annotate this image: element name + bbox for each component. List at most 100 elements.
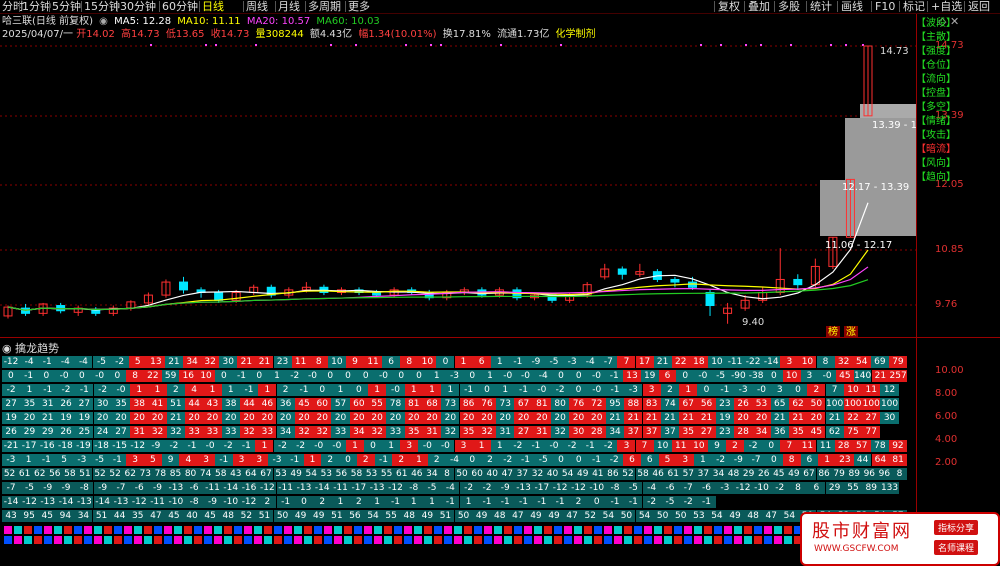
indicator-cell: 83 — [642, 398, 661, 410]
indicator-cell: 2 — [258, 496, 277, 508]
indicator-cell: 100 — [862, 398, 881, 410]
period-tab-4[interactable]: 30分钟 — [120, 0, 156, 13]
signal-square — [644, 526, 652, 534]
indicator-cell: 21 — [624, 412, 643, 424]
signal-square — [644, 536, 652, 544]
indicator-cell: 55 — [382, 510, 401, 522]
indicator-cell: -1 — [232, 370, 251, 382]
indicator-cell: -13 — [166, 482, 185, 494]
indicator-cell: -1 — [516, 454, 535, 466]
indicator-cell: -1 — [605, 370, 624, 382]
tool-button-5[interactable]: F10 — [875, 0, 895, 13]
signal-square — [154, 536, 162, 544]
tool-button-0[interactable]: 复权 — [718, 0, 740, 13]
indicator-cell: -2 — [56, 384, 76, 396]
indicator-cell: 21 — [770, 412, 789, 424]
signal-square — [754, 536, 762, 544]
indicator-cell: 20 — [386, 412, 405, 424]
period-tab-9[interactable]: 多周期 — [308, 0, 341, 13]
indicator-cell: 11 — [798, 440, 817, 452]
indicator-cell: -12 — [239, 496, 259, 508]
indicator-cell: 61 — [394, 468, 410, 480]
signal-square — [304, 526, 312, 534]
signal-square — [4, 526, 12, 534]
period-tab-1[interactable]: 1分钟 — [22, 0, 51, 13]
signal-square — [704, 526, 712, 534]
peak-marker-dot — [500, 44, 502, 46]
candle-down — [670, 278, 680, 283]
signal-square — [434, 536, 442, 544]
peak-marker-dot — [430, 44, 432, 46]
period-tab-8[interactable]: 月线 — [278, 0, 300, 13]
indicator-cell: 48 — [219, 510, 238, 522]
zone-label-3: 11.06 - 12.17 — [825, 240, 892, 251]
indicator-cell: -0 — [55, 370, 73, 382]
indicator-cell: 3 — [800, 370, 819, 382]
indicator-cell: 34 — [752, 426, 771, 438]
peak-marker-dot — [745, 44, 747, 46]
watermark-logo: 股市财富网 WWW.GSCFW.COM 指标分享 名师课程 — [800, 512, 1000, 566]
period-tab-10[interactable]: 更多 — [348, 0, 370, 13]
indicator-cell: 1 — [454, 356, 473, 368]
period-tab-2[interactable]: 5分钟 — [52, 0, 81, 13]
indicator-cell: 47 — [762, 510, 781, 522]
toolbar-separator — [744, 1, 745, 12]
indicator-cell: 48 — [726, 468, 742, 480]
indicator-cell: 45 — [38, 510, 57, 522]
signal-square — [584, 536, 592, 544]
indicator-cell: 19 — [715, 412, 734, 424]
signal-square — [204, 526, 212, 534]
signal-square — [504, 536, 512, 544]
indicator-cell: 51 — [166, 398, 185, 410]
indicator-cell: 45 — [836, 370, 854, 382]
indicator-cell: -17 — [349, 482, 368, 494]
indicator-cell: 20 — [752, 412, 771, 424]
indicator-cell: 0 — [569, 454, 588, 466]
indicator-cell: 33 — [221, 426, 240, 438]
watermark-tag-course: 名师课程 — [934, 540, 979, 555]
indicator-row: -3 1 -1 5 -3 -5 -1 3 5 9 4 3 -1 3 3 -3 -1 1 2 0 2 -1 2 1 2 -4 0 2 -2… — [0, 454, 916, 466]
tool-button-7[interactable]: +自选 — [931, 0, 962, 13]
indicator-cell: 86 — [605, 468, 621, 480]
peak-marker-dot — [790, 44, 792, 46]
candle-down — [617, 268, 627, 275]
indicator-cell: -13 — [514, 482, 533, 494]
indicator-row: -2 1 -1 -2 -1 -2 -0 1 1 2 4 1 1 -1 1 2 -1 0 1 0 1 -0 1 1 1 -1 0 1 -1… — [0, 384, 916, 396]
period-tab-7[interactable]: 周线 — [246, 0, 268, 13]
indicator-cell: 45 — [807, 426, 826, 438]
tool-button-1[interactable]: 叠加 — [748, 0, 770, 13]
indicator-cell: 37 — [642, 426, 661, 438]
indicator-cell: -1 — [237, 440, 256, 452]
indicator-cell: 54 — [852, 356, 871, 368]
signal-square — [664, 536, 672, 544]
indicator-cell: 96 — [861, 468, 877, 480]
indicator-row: 26 29 29 26 25 24 27 31 32 32 33 33 33 32 33 34 32 32 33 34… — [0, 426, 916, 438]
indicator-cell: 35 — [128, 510, 147, 522]
indicator-cell: 51 — [327, 510, 346, 522]
period-tab-5[interactable]: 60分钟 — [162, 0, 198, 13]
watermark-tag-share: 指标分享 — [934, 520, 979, 535]
signal-square — [54, 526, 62, 534]
indicator-cell: 55 — [843, 482, 863, 494]
indicator-cell: 8 — [126, 370, 144, 382]
tool-button-6[interactable]: 标记 — [903, 0, 925, 13]
signal-square — [314, 526, 322, 534]
indicator-cell: 49 — [291, 510, 310, 522]
indicator-cell: 12 — [880, 384, 899, 396]
indicator-cell: 20 — [331, 412, 350, 424]
tool-button-8[interactable]: 返回 — [968, 0, 990, 13]
period-tab-3[interactable]: 15分钟 — [84, 0, 120, 13]
indicator-cell: -17 — [20, 440, 39, 452]
indicator-cell: -1 — [75, 384, 94, 396]
tool-button-3[interactable]: 统计 — [810, 0, 832, 13]
signal-square — [324, 536, 332, 544]
tool-button-4[interactable]: 画线 — [841, 0, 863, 13]
indicator-cell: -4 — [20, 356, 39, 368]
indicator-cell: 46 — [258, 398, 277, 410]
indicator-cell: -4 — [642, 482, 661, 494]
tool-button-2[interactable]: 多股 — [778, 0, 800, 13]
indicator-cell: -9 — [148, 482, 167, 494]
period-tab-0[interactable]: 分时 — [2, 0, 24, 13]
indicator-cell: 20 — [441, 412, 460, 424]
period-tab-6[interactable]: 日线 — [202, 0, 224, 13]
